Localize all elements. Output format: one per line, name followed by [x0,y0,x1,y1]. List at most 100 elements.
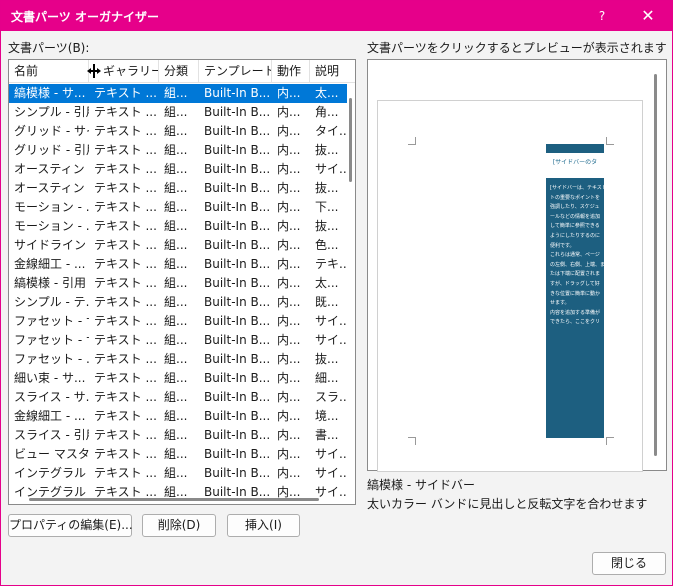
list-horizontal-scrollbar[interactable] [9,494,355,504]
table-cell: テキスト ... [94,295,157,309]
sidebar-text-line: できたら、ここをクリ [550,319,601,326]
delete-button[interactable]: 削除(D) [142,514,216,537]
table-cell: 色... [315,238,339,252]
column-header-description[interactable]: 説明 [310,60,355,82]
table-cell: オースティン - ... [14,162,89,176]
table-cell: ファセット - ... [14,352,89,366]
table-cell: Built-In B... [204,219,271,233]
sidebar-text-line: 便利です。 [550,242,575,249]
table-cell: 太... [315,276,339,290]
table-row[interactable]: 金線細工 - ... テキスト ... 組... Built-In B... 内... 境… [9,407,347,426]
table-row[interactable]: ファセット - サ... テキスト ... 組... Built-In B... 内..… [9,312,347,331]
parts-list[interactable]: 名前 ギャラリー 分類 テンプレート 動作 説明 縞模様 - サ... テキスト … [8,59,356,505]
table-row[interactable]: グリッド - 引用テキスト ... 組... Built-In B... 内... 抜.… [9,141,347,160]
insert-button[interactable]: 挿入(I) [227,514,300,537]
table-row[interactable]: モーション - ... テキスト ... 組... Built-In B... 内...… [9,217,347,236]
table-row[interactable]: スライス - サ... テキスト ... 組... Built-In B... 内...… [9,388,347,407]
column-header-behavior[interactable]: 動作 [272,60,310,82]
table-row[interactable]: スライス - 引用テキスト ... 組... Built-In B... 内... 書.… [9,426,347,445]
close-button[interactable]: 閉じる [592,552,666,575]
help-button[interactable]: ? [579,1,625,31]
table-cell: Built-In B... [204,428,271,442]
list-vertical-scroll-thumb[interactable] [349,98,352,182]
table-cell: テキスト ... [94,219,157,233]
table-row[interactable]: 縞模様 - サ... テキスト ... 組... Built-In B... 内... 太… [9,84,347,103]
sidebar-text-line: トの重要なポイントを [550,194,601,201]
sidebar-text-line: ようにしたりするのに [550,232,601,239]
table-cell: テキスト ... [94,466,157,480]
crop-mark-bottom-left [408,437,416,445]
table-cell: 組... [164,276,188,290]
table-row[interactable]: ファセット - サ... テキスト ... 組... Built-In B... 内..… [9,331,347,350]
table-cell: Built-In B... [204,143,271,157]
table-row[interactable]: シンプル - 引用テキスト ... 組... Built-In B... 内... 角.… [9,103,347,122]
table-cell: 太... [315,86,339,100]
table-cell: 組... [164,200,188,214]
table-cell: Built-In B... [204,86,271,100]
table-cell: テキスト ... [94,352,157,366]
table-cell: テキスト ... [94,105,157,119]
list-horizontal-scroll-thumb[interactable] [29,498,319,501]
crop-mark-bottom-right [606,437,614,445]
table-cell: テキスト ... [94,447,157,461]
column-header-template[interactable]: テンプレート [199,60,272,82]
table-row[interactable]: グリッド - サイ... テキスト ... 組... Built-In B... 内..… [9,122,347,141]
table-cell: 組... [164,466,188,480]
table-cell: 内... [277,352,301,366]
table-cell: 組... [164,219,188,233]
table-cell: 境... [315,409,339,423]
table-row[interactable]: ビュー マスター... テキスト ... 組... Built-In B... 内...… [9,445,347,464]
close-window-button[interactable]: ✕ [625,1,671,31]
preview-scrollbar[interactable] [654,74,657,456]
sidebar-text-line: 強調したり、スケジュ [550,204,600,211]
table-cell: Built-In B... [204,276,271,290]
table-row[interactable]: オースティン - ... テキスト ... 組... Built-In B... 内..… [9,179,347,198]
column-header-name[interactable]: 名前 [9,60,89,82]
table-cell: 内... [277,143,301,157]
table-row[interactable]: ファセット - ... テキスト ... 組... Built-In B... 内...… [9,350,347,369]
table-row[interactable]: 金線細工 - ... テキスト ... 組... Built-In B... 内... テ… [9,255,347,274]
table-cell: 細い束 - サ... [14,371,86,385]
table-cell: タイ... [315,124,347,138]
table-row[interactable]: インテグラル - ... テキスト ... 組... Built-In B... 内..… [9,464,347,483]
table-row[interactable]: 縞模様 - 引用 テキスト ... 組... Built-In B... 内... 太..… [9,274,347,293]
table-cell: スライス - サ... [14,390,89,404]
table-cell: 内... [277,314,301,328]
table-cell: 内... [277,390,301,404]
sidebar-body: [サイドバーは、テキスト トの重要なポイントを 強調したり、スケジュ ールなどの情報を… [546,178,604,438]
sidebar-text-line: これらは通常、ページ [550,252,600,259]
crop-mark-top-right [606,137,614,145]
table-row[interactable]: オースティン - ... テキスト ... 組... Built-In B... 内..… [9,160,347,179]
table-cell: 内... [277,276,301,290]
table-cell: Built-In B... [204,181,271,195]
sidebar-text-line: ールなどの情報を追加 [550,213,601,220]
table-cell: 組... [164,352,188,366]
sidebar-color-band [546,144,604,153]
table-cell: 組... [164,333,188,347]
table-cell: サイ... [315,333,347,347]
table-row[interactable]: サイドライン - ... テキスト ... 組... Built-In B... 内..… [9,236,347,255]
table-cell: Built-In B... [204,238,271,252]
table-cell: 書... [315,428,339,442]
column-header-category[interactable]: 分類 [159,60,199,82]
table-cell: 金線細工 - ... [14,409,86,423]
table-cell: 内... [277,124,301,138]
table-cell: 組... [164,124,188,138]
selected-part-description: 太いカラー バンドに見出しと反転文字を合わせます [367,497,648,511]
table-row[interactable]: シンプル - テ... テキスト ... 組... Built-In B... 内...… [9,293,347,312]
sidebar-text-line: 内容を追加する準備が [550,309,601,316]
table-cell: スラ... [315,390,347,404]
table-cell: Built-In B... [204,390,271,404]
table-cell: 組... [164,447,188,461]
edit-properties-button[interactable]: プロパティの編集(E)... [8,514,133,537]
table-row[interactable]: モーション - ... テキスト ... 組... Built-In B... 内...… [9,198,347,217]
table-cell: Built-In B... [204,466,271,480]
crop-mark-top-left [408,137,416,145]
table-cell: グリッド - 引用 [14,143,89,157]
list-vertical-scrollbar[interactable] [347,82,355,482]
table-cell: 既... [315,295,339,309]
table-cell: Built-In B... [204,295,271,309]
sidebar-heading: [サイドバーのタ [552,159,598,166]
table-row[interactable]: 細い束 - サ... テキスト ... 組... Built-In B... 内... 細… [9,369,347,388]
table-cell: 組... [164,238,188,252]
